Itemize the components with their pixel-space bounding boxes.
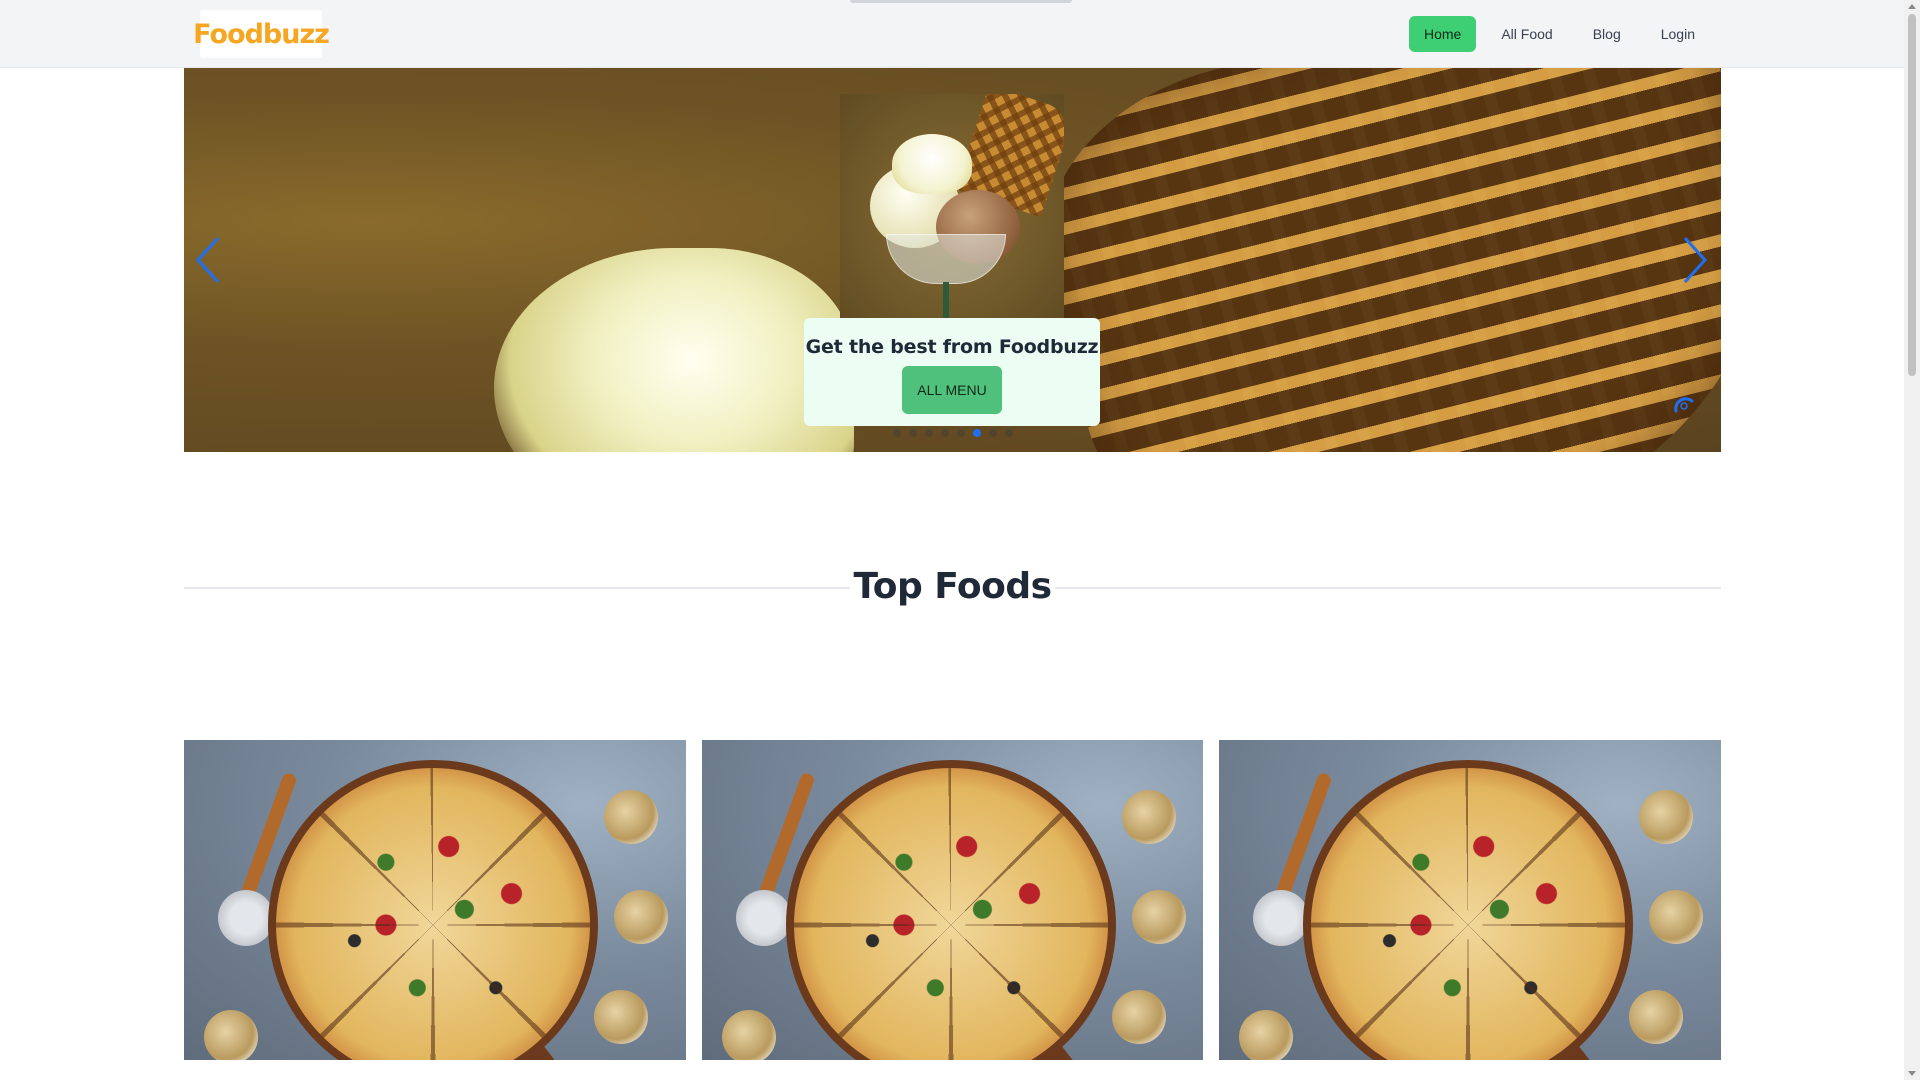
drink-glass [721,1010,776,1060]
page: Foodbuzz Home All Food Blog Login Get th… [0,0,1920,1080]
food-card[interactable] [1219,740,1722,1060]
chevron-right-icon [1683,236,1708,284]
carousel-dot[interactable] [925,429,933,437]
hero-background-cream [494,248,854,452]
drink-glass [1131,890,1186,944]
top-foods-heading: Top Foods [184,560,1721,620]
page-scrollbar[interactable] [1904,0,1920,1080]
pizza-cutter [218,890,274,946]
scroll-down-icon[interactable] [1908,1071,1916,1076]
pizza-cutter [735,890,792,946]
drink-glass [1121,790,1176,844]
carousel-dot[interactable] [893,429,901,437]
pizza-slices [793,768,1108,1060]
hero-carousel: Get the best from Foodbuzz ALL MENU [184,68,1721,452]
pizza-cutter [1253,890,1310,946]
autoplay-icon[interactable] [1671,392,1697,418]
nav-item-login[interactable]: Login [1646,16,1710,52]
sundae-whipped-cream [892,134,972,194]
carousel-next-button[interactable] [1679,236,1709,284]
hero-background-waffle [1011,68,1721,452]
carousel-dot[interactable] [957,429,965,437]
nav-top-handle [850,0,1072,3]
scroll-thumb[interactable] [1908,14,1916,376]
autoplay-progress-icon [1674,397,1694,413]
carousel-prev-button[interactable] [194,236,224,284]
logo[interactable]: Foodbuzz [193,10,330,58]
navbar: Foodbuzz Home All Food Blog Login [0,0,1904,68]
drink-glass [614,890,668,944]
drink-glass [604,790,658,844]
carousel-dot[interactable] [989,429,997,437]
carousel-dot[interactable] [941,429,949,437]
food-card[interactable] [184,740,686,1060]
carousel-dot-active[interactable] [973,429,981,437]
nav-links: Home All Food Blog Login [1408,16,1710,52]
hero-caption: Get the best from Foodbuzz ALL MENU [804,318,1100,426]
carousel-dot[interactable] [1005,429,1013,437]
drink-glass [1629,990,1684,1044]
nav-item-all-food[interactable]: All Food [1486,16,1567,52]
drink-glass [1639,790,1694,844]
all-menu-button[interactable]: ALL MENU [902,366,1002,414]
carousel-dot[interactable] [909,429,917,437]
logo-wordmark: Foodbuzz [193,18,330,50]
nav-item-home[interactable]: Home [1408,16,1477,52]
drink-glass [204,1010,258,1060]
carousel-pagination [893,429,1013,437]
chevron-left-icon [195,236,220,284]
scroll-up-icon[interactable] [1908,4,1916,9]
food-card[interactable] [701,740,1204,1060]
drink-glass [1239,1010,1294,1060]
drink-glass [594,990,648,1044]
drink-glass [1649,890,1704,944]
section-title: Top Foods [853,566,1052,607]
sundae-glass [886,234,1006,284]
hero-sundae-image [840,94,1064,328]
drink-glass [1111,990,1166,1044]
hero-caption-title: Get the best from Foodbuzz [805,336,1099,358]
food-card-grid [184,740,1722,1060]
nav-item-blog[interactable]: Blog [1578,16,1636,52]
logo-text: Foodbuzz [193,18,330,50]
